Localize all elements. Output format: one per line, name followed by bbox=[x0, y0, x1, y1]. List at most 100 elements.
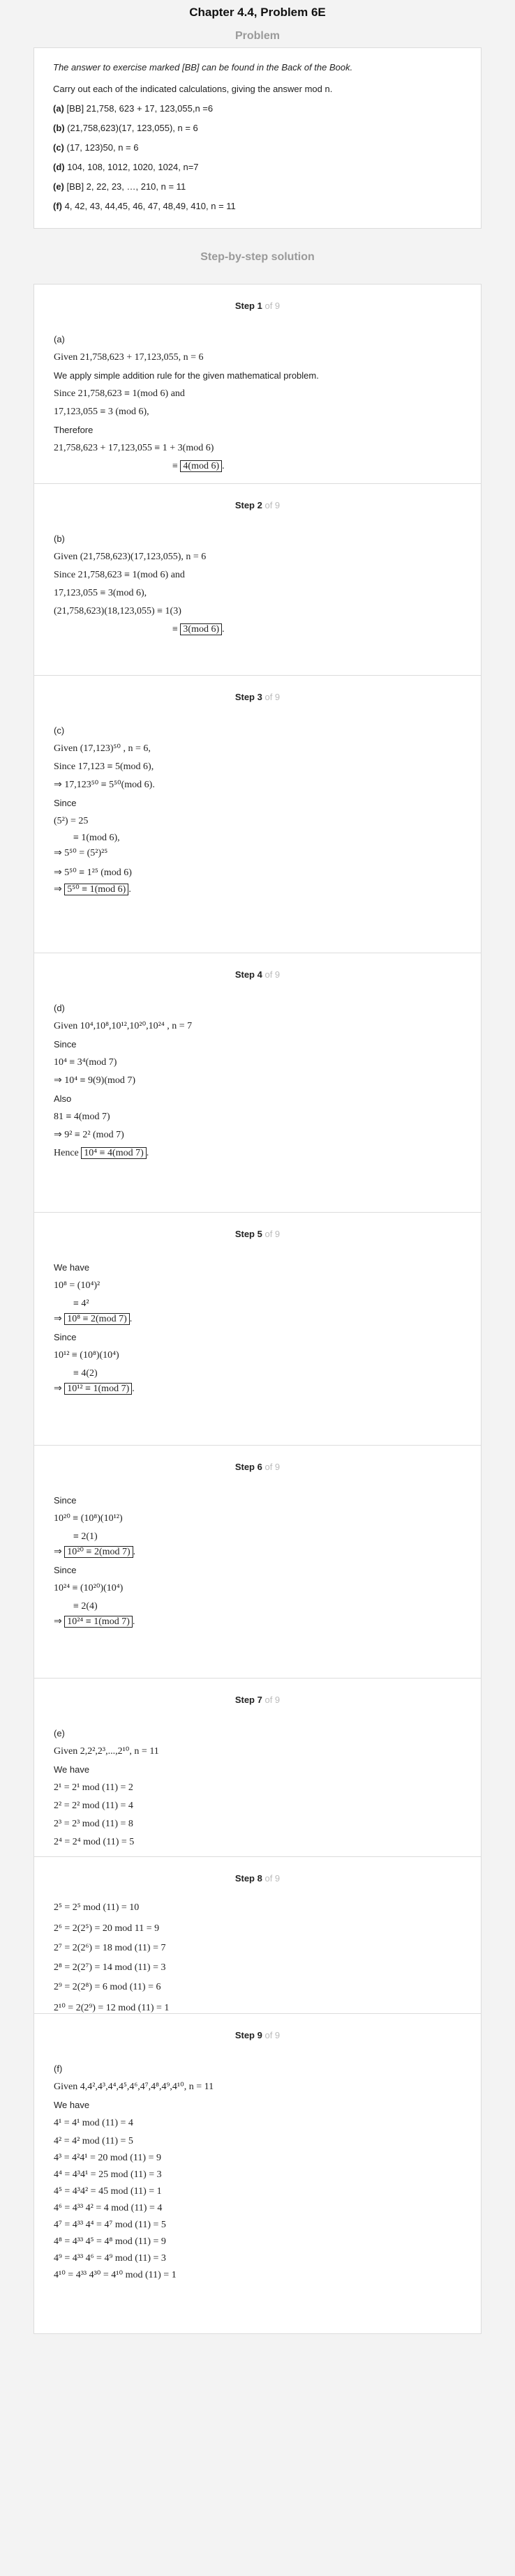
boxed-answer: 10²⁴ ≡ 1(mod 7) bbox=[64, 1616, 133, 1628]
step-answer-line: ⇒ 10²⁴ ≡ 1(mod 7). bbox=[54, 1616, 135, 1628]
step-line: 10⁴ ≡ 3⁴(mod 7) bbox=[54, 1057, 117, 1068]
answer-prefix: ⇒ bbox=[54, 1616, 65, 1627]
step-line: Given 2,2²,2³,...,2¹⁰, n = 11 bbox=[54, 1746, 159, 1757]
problem-item-label: (e) bbox=[53, 181, 64, 192]
step-heading: Step 1 of 9 bbox=[54, 285, 461, 321]
boxed-answer: 4(mod 6) bbox=[180, 460, 223, 472]
step-line: (c) bbox=[54, 725, 65, 736]
step-line: 4³ = 4²4¹ = 20 mod (11) = 9 bbox=[54, 2153, 161, 2163]
step-heading: Step 7 of 9 bbox=[54, 1679, 461, 1715]
step-line: 2⁹ = 2(2⁸) = 6 mod (11) = 6 bbox=[54, 1982, 161, 1992]
step-line: ⇒ 17,123⁵⁰ ≡ 5⁵⁰(mod 6). bbox=[54, 780, 155, 790]
problem-heading: Problem bbox=[234, 30, 280, 42]
step-total: of 9 bbox=[264, 500, 281, 510]
step-line: 4⁴ = 4³4¹ = 25 mod (11) = 3 bbox=[54, 2169, 162, 2180]
step-line: 4¹⁰ = 4³³ 4³⁰ = 4¹⁰ mod (11) = 1 bbox=[54, 2270, 177, 2280]
step-answer-line: ⇒ 5⁵⁰ ≡ 1(mod 6). bbox=[54, 884, 131, 895]
step-heading: Step 2 of 9 bbox=[54, 484, 461, 521]
answer-prefix: ≡ bbox=[172, 461, 181, 471]
step-line: Given (17,123)⁵⁰ , n = 6, bbox=[54, 743, 151, 754]
step-line: ≡ 4(2) bbox=[73, 1368, 98, 1379]
step-line: Given (21,758,623)(17,123,055), n = 6 bbox=[54, 552, 207, 562]
step-heading: Step 5 of 9 bbox=[54, 1213, 461, 1250]
step-line: We have bbox=[54, 2100, 90, 2110]
step-line: (b) bbox=[54, 533, 65, 544]
step-total: of 9 bbox=[264, 969, 281, 980]
step-answer-line: ⇒ 10²⁰ ≡ 2(mod 7). bbox=[54, 1546, 136, 1558]
step-card: Step 7 of 9 (e) Given 2,2²,2³,...,2¹⁰, n =… bbox=[33, 1678, 482, 1856]
step-line: 2⁵ = 2⁵ mod (11) = 10 bbox=[54, 1902, 140, 1913]
step-answer-line: ⇒ 10⁸ ≡ 2(mod 7). bbox=[54, 1313, 133, 1325]
step-line: 17,123,055 ≡ 3 (mod 6), bbox=[54, 407, 149, 417]
step-number: Step 6 bbox=[234, 1462, 262, 1472]
step-total: of 9 bbox=[264, 692, 281, 702]
step-line: 81 ≡ 4(mod 7) bbox=[54, 1112, 110, 1122]
solution-heading: Step-by-step solution bbox=[200, 251, 315, 263]
steps-container: Step 1 of 9 (a) Given 21,758,623 + 17,123,… bbox=[33, 284, 482, 2334]
step-heading: Step 9 of 9 bbox=[54, 2014, 461, 2051]
problem-item-label: (b) bbox=[53, 123, 65, 133]
step-number: Step 7 bbox=[234, 1695, 262, 1705]
step-line: (e) bbox=[54, 1728, 65, 1738]
step-line: Therefore bbox=[54, 425, 94, 435]
step-line: We have bbox=[54, 1764, 90, 1775]
step-line: Since bbox=[54, 798, 77, 808]
step-card: Step 1 of 9 (a) Given 21,758,623 + 17,123,… bbox=[33, 284, 482, 483]
step-line: 2³ = 2³ mod (11) = 8 bbox=[54, 1819, 133, 1829]
step-line: 21,758,623 + 17,123,055 ≡ 1 + 3(mod 6) bbox=[54, 443, 214, 453]
step-total: of 9 bbox=[264, 301, 281, 311]
step-line: (5²) = 25 bbox=[54, 816, 89, 826]
problem-item-text: 104, 108, 1012, 1020, 1024, n=7 bbox=[64, 162, 199, 172]
step-line: ≡ 2(4) bbox=[73, 1601, 98, 1612]
step-card: Step 8 of 9 2⁵ = 2⁵ mod (11) = 10 2⁶ = 2… bbox=[33, 1856, 482, 2013]
boxed-answer: 10²⁰ ≡ 2(mod 7) bbox=[64, 1546, 133, 1558]
step-line: Since 17,123 ≡ 5(mod 6), bbox=[54, 762, 154, 772]
problem-items-list: (a) [BB] 21,758, 623 + 17, 123,055,n =6 (… bbox=[53, 103, 462, 211]
step-line: ⇒ 5⁵⁰ = (5²)²⁵ bbox=[54, 848, 108, 858]
step-line: 2² = 2² mod (11) = 4 bbox=[54, 1801, 133, 1811]
step-number: Step 9 bbox=[234, 2030, 262, 2040]
step-line: 2⁷ = 2(2⁶) = 18 mod (11) = 7 bbox=[54, 1943, 166, 1953]
step-line: ≡ 1(mod 6), bbox=[73, 833, 120, 843]
problem-item-label: (a) bbox=[53, 103, 64, 114]
step-heading: Step 8 of 9 bbox=[54, 1857, 461, 1894]
step-line: 10⁸ = (10⁴)² bbox=[54, 1280, 100, 1291]
step-answer-line: ≡ 4(mod 6). bbox=[172, 460, 225, 472]
problem-item: (f) 4, 42, 43, 44,45, 46, 47, 48,49, 410… bbox=[53, 201, 462, 211]
boxed-answer: 10⁸ ≡ 2(mod 7) bbox=[64, 1313, 130, 1325]
step-line: 2¹ = 2¹ mod (11) = 2 bbox=[54, 1782, 133, 1793]
answer-prefix: ⇒ bbox=[54, 1314, 65, 1324]
problem-item-text: (21,758,623)(17, 123,055), n = 6 bbox=[64, 123, 198, 133]
problem-item-text: [BB] 21,758, 623 + 17, 123,055,n =6 bbox=[64, 103, 214, 114]
step-line: ≡ 4² bbox=[73, 1298, 89, 1309]
step-line: 2⁴ = 2⁴ mod (11) = 5 bbox=[54, 1837, 135, 1847]
answer-prefix: ⇒ bbox=[54, 884, 65, 895]
problem-instruction: Carry out each of the indicated calculat… bbox=[53, 84, 333, 94]
step-line: 4⁸ = 4³³ 4⁵ = 4⁸ mod (11) = 9 bbox=[54, 2236, 166, 2247]
step-line: 4⁹ = 4³³ 4⁶ = 4⁹ mod (11) = 3 bbox=[54, 2253, 166, 2264]
step-line: 10²⁴ ≡ (10²⁰)(10⁴) bbox=[54, 1583, 124, 1593]
step-card: Step 2 of 9 (b) Given (21,758,623)(17,123,… bbox=[33, 483, 482, 675]
boxed-answer: 10⁴ ≡ 4(mod 7) bbox=[81, 1147, 147, 1159]
solution-page: Chapter 4.4, Problem 6E Problem The answ… bbox=[0, 0, 515, 2576]
step-card: Step 9 of 9 (f) Given 4,4²,4³,4⁴,4⁵,4⁶,4⁷,… bbox=[33, 2013, 482, 2334]
step-number: Step 3 bbox=[234, 692, 262, 702]
boxed-answer: 5⁵⁰ ≡ 1(mod 6) bbox=[64, 884, 129, 895]
step-total: of 9 bbox=[264, 1229, 281, 1239]
step-number: Step 2 bbox=[234, 500, 262, 510]
problem-item-text: (17, 123)50, n = 6 bbox=[64, 142, 139, 153]
step-line: Given 10⁴,10⁸,10¹²,10²⁰,10²⁴ , n = 7 bbox=[54, 1021, 193, 1031]
step-line: Since 21,758,623 ≡ 1(mod 6) and bbox=[54, 388, 185, 399]
step-line: Since bbox=[54, 1332, 77, 1342]
step-heading: Step 6 of 9 bbox=[54, 1446, 461, 1483]
step-heading: Step 3 of 9 bbox=[54, 676, 461, 713]
problem-item-label: (c) bbox=[53, 142, 64, 153]
step-line: 4⁵ = 4³4² = 45 mod (11) = 1 bbox=[54, 2186, 162, 2197]
step-total: of 9 bbox=[264, 1462, 281, 1472]
step-answer-line: Hence 10⁴ ≡ 4(mod 7). bbox=[54, 1147, 149, 1159]
step-line: 17,123,055 ≡ 3(mod 6), bbox=[54, 588, 147, 598]
step-line: (a) bbox=[54, 334, 65, 344]
step-line: Given 4,4²,4³,4⁴,4⁵,4⁶,4⁷,4⁸,4⁹,4¹⁰, n =… bbox=[54, 2082, 214, 2092]
step-line: 10²⁰ ≡ (10⁸)(10¹²) bbox=[54, 1513, 123, 1524]
step-total: of 9 bbox=[264, 1873, 281, 1884]
